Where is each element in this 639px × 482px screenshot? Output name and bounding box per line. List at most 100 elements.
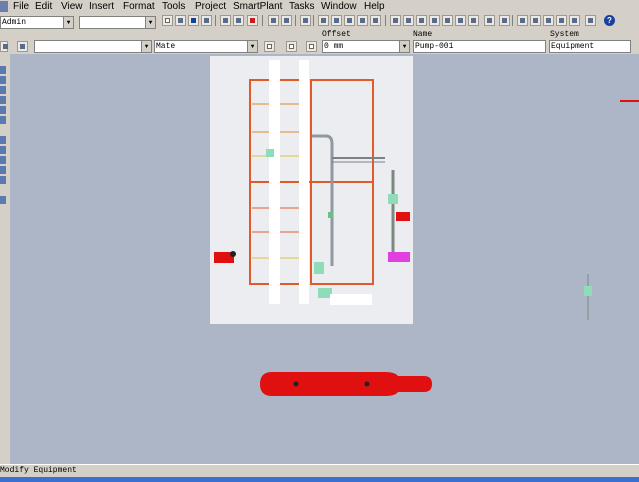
place-foundation-icon[interactable]: [0, 136, 6, 145]
new-icon[interactable]: [162, 15, 173, 26]
place-platform-icon[interactable]: [0, 146, 6, 155]
place-nozzle-icon[interactable]: [0, 76, 6, 85]
equipment-part[interactable]: [318, 288, 332, 298]
menu-help[interactable]: Help: [364, 0, 385, 13]
name-field[interactable]: Pump-001: [413, 40, 546, 53]
mate-combo[interactable]: Mate ▼: [154, 40, 258, 53]
system-field[interactable]: Equipment: [549, 40, 631, 53]
rotate-icon[interactable]: [569, 15, 580, 26]
menu-tools[interactable]: Tools: [162, 0, 185, 13]
menu-edit[interactable]: Edit: [35, 0, 52, 13]
menu-file[interactable]: File: [13, 0, 29, 13]
place-component-icon[interactable]: [0, 96, 6, 105]
measure-icon[interactable]: [331, 15, 342, 26]
view-icon[interactable]: [390, 15, 401, 26]
delete-icon[interactable]: [247, 15, 258, 26]
menu-smartplant[interactable]: SmartPlant: [233, 0, 282, 13]
valve-red[interactable]: [396, 212, 410, 221]
equipment-label-plate: [330, 294, 372, 305]
menu-view[interactable]: View: [61, 0, 83, 13]
toolbar-separator: [313, 15, 314, 26]
vessel-nozzle: [293, 381, 299, 387]
offset-y-icon[interactable]: [286, 41, 297, 52]
vessel-nozzle: [364, 381, 370, 387]
menu-format[interactable]: Format: [123, 0, 155, 13]
app-icon[interactable]: [0, 1, 8, 12]
pan-icon[interactable]: [530, 15, 541, 26]
snap-icon[interactable]: [429, 15, 440, 26]
menu-window[interactable]: Window: [321, 0, 357, 13]
chevron-down-icon[interactable]: ▼: [399, 41, 409, 52]
name-header: Name: [413, 30, 433, 39]
offset-x-icon[interactable]: [264, 41, 275, 52]
place-design-icon[interactable]: [0, 106, 6, 115]
taskbar[interactable]: [0, 477, 639, 482]
layers-icon[interactable]: [403, 15, 414, 26]
place-equipment-icon[interactable]: [0, 66, 6, 75]
chevron-down-icon[interactable]: ▼: [141, 41, 151, 52]
zoom-area-icon[interactable]: [543, 15, 554, 26]
mate-combo-value: Mate: [156, 42, 176, 51]
menu-project[interactable]: Project: [195, 0, 226, 13]
select-tool-icon[interactable]: [0, 54, 6, 63]
place-shape-icon[interactable]: [0, 86, 6, 95]
column-right[interactable]: [299, 60, 309, 304]
undo-icon[interactable]: [300, 15, 311, 26]
print-icon[interactable]: [201, 15, 212, 26]
fit-icon[interactable]: [556, 15, 567, 26]
menu-tasks[interactable]: Tasks: [289, 0, 315, 13]
dropdown-icon[interactable]: [499, 15, 510, 26]
open-icon[interactable]: [175, 15, 186, 26]
pump-nozzle: [230, 251, 236, 257]
offset-z-icon[interactable]: [306, 41, 317, 52]
route-icon[interactable]: [318, 15, 329, 26]
equipment-part[interactable]: [314, 262, 324, 274]
pipe-icon[interactable]: [344, 15, 355, 26]
model-view-svg[interactable]: [10, 54, 639, 464]
horizontal-vessel[interactable]: [260, 372, 432, 396]
chevron-down-icon[interactable]: ▼: [145, 17, 155, 28]
place-handrail-icon[interactable]: [0, 166, 6, 175]
chevron-down-icon[interactable]: ▼: [63, 17, 73, 28]
column-left[interactable]: [269, 60, 280, 304]
place-ladder-icon[interactable]: [0, 156, 6, 165]
grid-icon[interactable]: [416, 15, 427, 26]
equipment-part[interactable]: [388, 194, 398, 204]
place-port-icon[interactable]: [0, 116, 6, 125]
relationship-combo[interactable]: ▼: [34, 40, 152, 53]
menu-insert[interactable]: Insert: [89, 0, 114, 13]
list-icon[interactable]: [484, 15, 495, 26]
window-icon[interactable]: [468, 15, 479, 26]
filter-icon[interactable]: [281, 15, 292, 26]
selected-component[interactable]: [388, 252, 410, 262]
check-icon[interactable]: [442, 15, 453, 26]
equipment-part[interactable]: [266, 149, 274, 157]
place-note-icon[interactable]: [0, 186, 6, 195]
place-stair-icon[interactable]: [0, 176, 6, 185]
equipment-part[interactable]: [584, 286, 592, 296]
user-combo[interactable]: Admin ▼: [0, 16, 74, 29]
equipment-part[interactable]: [328, 212, 333, 218]
system-header: System: [550, 30, 579, 39]
offset-field-value: 0 mm: [324, 42, 344, 51]
place-hangar-icon[interactable]: [0, 196, 6, 205]
user-combo-value: Admin: [2, 18, 27, 27]
offset-field[interactable]: 0 mm ▼: [322, 40, 410, 53]
insert-icon[interactable]: [357, 15, 368, 26]
second-combo[interactable]: ▼: [79, 16, 156, 29]
display-icon[interactable]: [455, 15, 466, 26]
toolbar-separator: [295, 15, 296, 26]
cut-icon[interactable]: [220, 15, 231, 26]
copy-icon[interactable]: [233, 15, 244, 26]
lock-icon[interactable]: [17, 41, 28, 52]
select-icon[interactable]: [268, 15, 279, 26]
graphic-view[interactable]: [10, 54, 639, 464]
edit-icon[interactable]: [370, 15, 381, 26]
place-datum-icon[interactable]: [0, 126, 6, 135]
common-view-icon[interactable]: [585, 15, 596, 26]
save-icon[interactable]: [188, 15, 199, 26]
help-icon[interactable]: ?: [604, 15, 615, 26]
zoom-icon[interactable]: [517, 15, 528, 26]
menu-bar: File Edit View Insert Format Tools Proje…: [0, 0, 639, 13]
chevron-down-icon[interactable]: ▼: [247, 41, 257, 52]
